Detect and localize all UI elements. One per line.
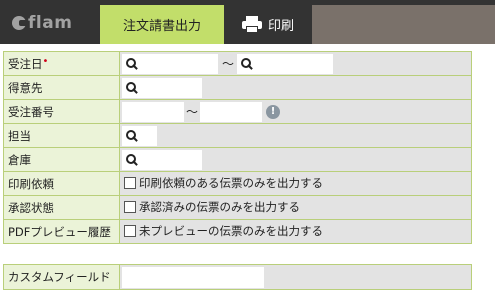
staff-input[interactable] <box>122 126 157 146</box>
label-pdf-preview-history: PDFプレビュー履歴 <box>3 219 120 244</box>
label-customer: 得意先 <box>3 75 120 100</box>
value-pdf-preview-history: 未プレビューの伝票のみを出力する <box>119 219 472 244</box>
search-icon[interactable] <box>126 82 138 94</box>
search-form: 受注日• 〜 得意先 受注番号 〜 ! 担当 倉庫 印刷依頼 印刷依頼のある伝票… <box>3 51 472 244</box>
label-print-request: 印刷依頼 <box>3 171 120 196</box>
top-bar: flam 注文請書出力 印刷 <box>0 0 495 44</box>
checkbox-label[interactable]: 未プレビューの伝票のみを出力する <box>139 223 323 239</box>
info-icon[interactable]: ! <box>266 105 280 119</box>
value-staff <box>119 123 472 148</box>
row-custom-field: カスタムフィールド <box>3 264 472 290</box>
checkbox-label[interactable]: 印刷依頼のある伝票のみを出力する <box>139 175 323 191</box>
print-request-checkbox-option[interactable]: 印刷依頼のある伝票のみを出力する <box>124 175 323 191</box>
custom-field-input[interactable] <box>122 267 264 288</box>
row-order-date: 受注日• 〜 <box>3 51 472 76</box>
label-text: 担当 <box>8 128 31 143</box>
value-custom-field <box>119 264 472 290</box>
label-text: カスタムフィールド <box>8 270 111 284</box>
label-text: 受注日 <box>8 56 43 71</box>
print-label: 印刷 <box>267 19 294 34</box>
warehouse-input[interactable] <box>122 150 202 170</box>
approval-checkbox[interactable] <box>124 201 136 213</box>
search-icon[interactable] <box>126 58 138 70</box>
tab-order-confirmation-output[interactable]: 注文請書出力 <box>100 5 224 44</box>
label-order-number: 受注番号 <box>3 99 120 124</box>
value-order-number: 〜 ! <box>119 99 472 124</box>
custom-field-form: カスタムフィールド <box>3 264 472 290</box>
label-text: PDFプレビュー履歴 <box>8 224 111 239</box>
label-text: 受注番号 <box>8 104 54 119</box>
tab-label: 注文請書出力 <box>122 19 201 34</box>
value-print-request: 印刷依頼のある伝票のみを出力する <box>119 171 472 196</box>
flam-logo-icon <box>12 16 27 30</box>
pdf-preview-checkbox-option[interactable]: 未プレビューの伝票のみを出力する <box>124 223 323 239</box>
customer-input[interactable] <box>122 78 202 98</box>
order-number-to-input[interactable] <box>200 102 262 122</box>
range-tilde: 〜 <box>222 57 235 71</box>
order-date-to-input[interactable] <box>237 54 333 74</box>
row-approval-status: 承認状態 承認済みの伝票のみを出力する <box>3 195 472 220</box>
print-button[interactable]: 印刷 <box>224 5 312 44</box>
logo-text: flam <box>28 13 73 33</box>
order-number-from-input[interactable] <box>122 102 184 122</box>
required-mark: • <box>42 55 49 67</box>
row-warehouse: 倉庫 <box>3 147 472 172</box>
label-custom-field: カスタムフィールド <box>3 264 120 290</box>
row-pdf-preview-history: PDFプレビュー履歴 未プレビューの伝票のみを出力する <box>3 219 472 244</box>
label-text: 承認状態 <box>8 200 54 215</box>
row-customer: 得意先 <box>3 75 472 100</box>
value-warehouse <box>119 147 472 172</box>
row-order-number: 受注番号 〜 ! <box>3 99 472 124</box>
label-approval-status: 承認状態 <box>3 195 120 220</box>
value-customer <box>119 75 472 100</box>
value-approval-status: 承認済みの伝票のみを出力する <box>119 195 472 220</box>
printer-icon <box>241 16 262 33</box>
search-icon[interactable] <box>126 130 138 142</box>
value-order-date: 〜 <box>119 51 472 76</box>
order-date-from-input[interactable] <box>122 54 218 74</box>
approval-checkbox-option[interactable]: 承認済みの伝票のみを出力する <box>124 199 300 215</box>
print-request-checkbox[interactable] <box>124 177 136 189</box>
label-warehouse: 倉庫 <box>3 147 120 172</box>
label-staff: 担当 <box>3 123 120 148</box>
search-icon[interactable] <box>126 154 138 166</box>
label-text: 得意先 <box>8 80 43 95</box>
row-print-request: 印刷依頼 印刷依頼のある伝票のみを出力する <box>3 171 472 196</box>
app-logo[interactable]: flam <box>12 12 72 34</box>
header-right-block <box>312 5 495 44</box>
range-tilde: 〜 <box>186 105 199 119</box>
row-staff: 担当 <box>3 123 472 148</box>
pdf-preview-checkbox[interactable] <box>124 225 136 237</box>
search-icon[interactable] <box>241 58 253 70</box>
label-text: 印刷依頼 <box>8 176 54 191</box>
checkbox-label[interactable]: 承認済みの伝票のみを出力する <box>139 199 300 215</box>
label-order-date: 受注日• <box>3 51 120 76</box>
label-text: 倉庫 <box>8 152 31 167</box>
